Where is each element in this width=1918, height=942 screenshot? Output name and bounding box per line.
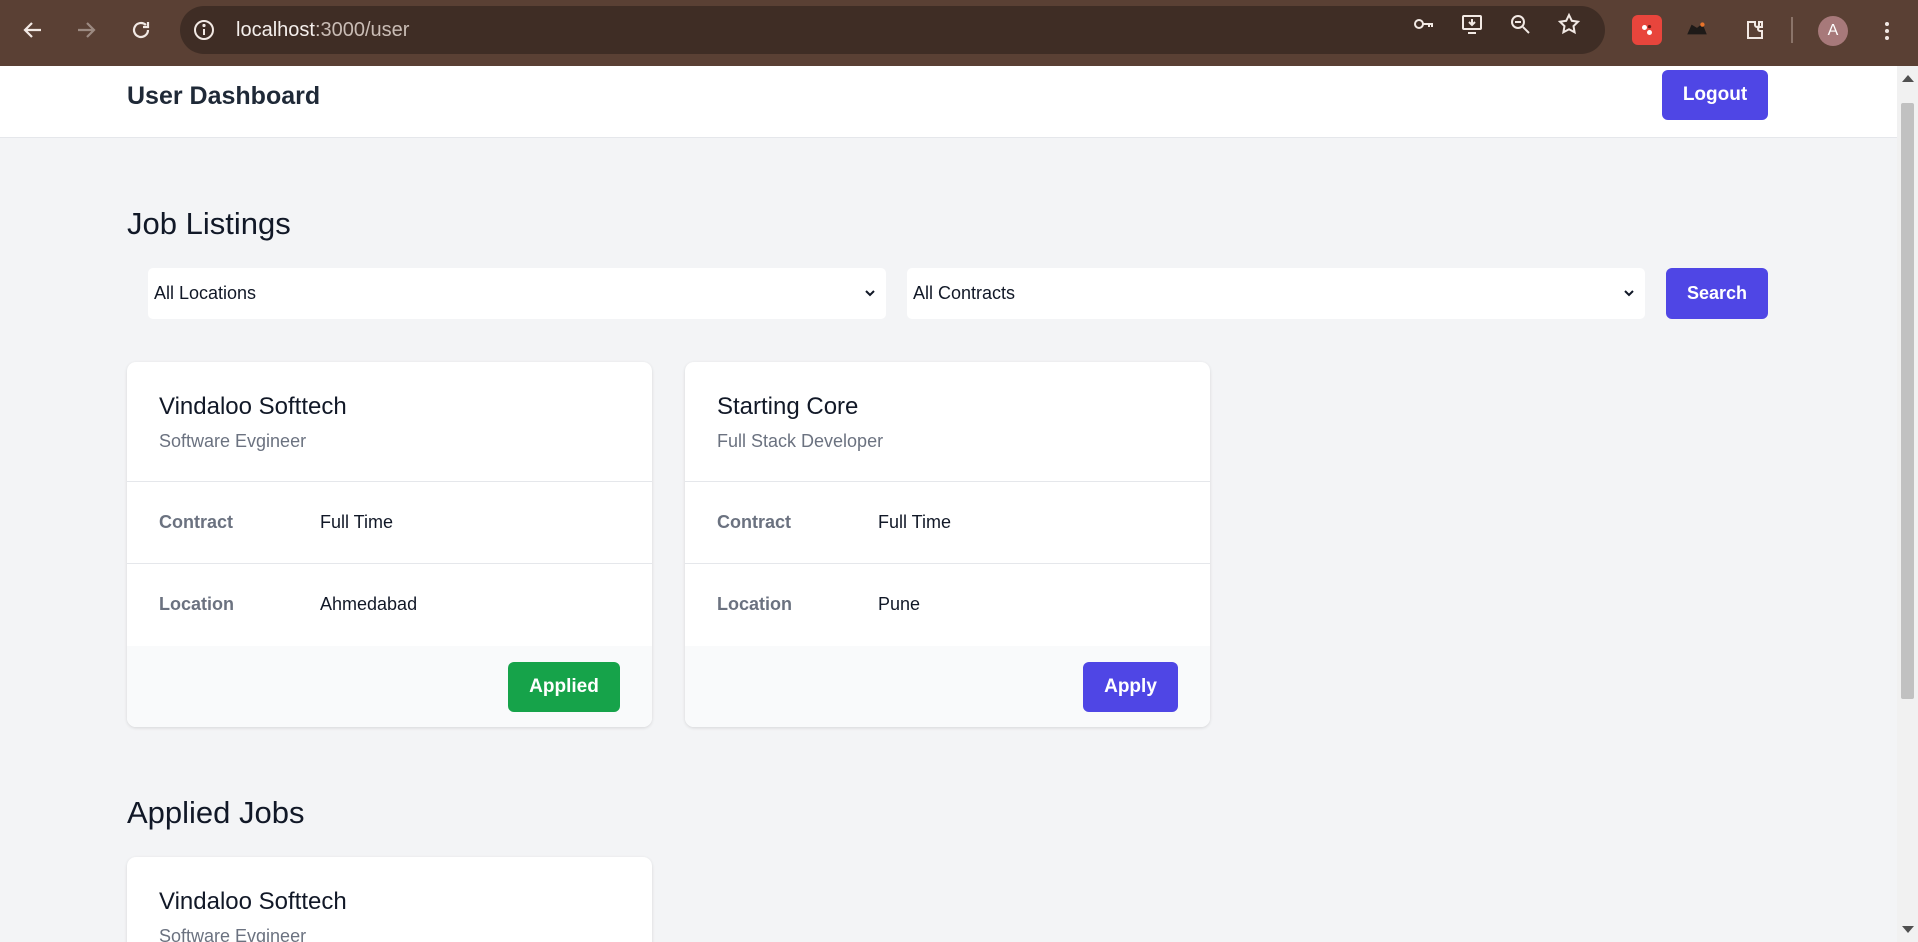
site-info-icon[interactable] bbox=[192, 18, 216, 42]
location-label: Location bbox=[717, 594, 792, 614]
extension-red-icon[interactable] bbox=[1632, 15, 1662, 45]
toolbar-separator bbox=[1791, 17, 1793, 43]
job-role: Software Evgineer bbox=[159, 926, 307, 942]
scroll-down-arrow-icon[interactable] bbox=[1902, 926, 1914, 933]
password-key-icon[interactable] bbox=[1410, 12, 1438, 36]
zoom-out-icon[interactable] bbox=[1506, 12, 1534, 36]
chevron-down-icon bbox=[1624, 290, 1634, 297]
contract-value: Full Time bbox=[878, 512, 952, 532]
address-bar[interactable]: localhost:3000/user bbox=[180, 6, 1605, 54]
page-viewport: User Dashboard Logout Job Listings All L… bbox=[0, 66, 1897, 942]
url-host: localhost bbox=[236, 19, 315, 41]
logout-button[interactable]: Logout bbox=[1662, 70, 1768, 120]
browser-toolbar: localhost:3000/user A bbox=[0, 0, 1918, 66]
forward-arrow-icon[interactable] bbox=[67, 11, 105, 49]
job-company: Starting Core bbox=[717, 393, 859, 420]
scroll-up-arrow-icon[interactable] bbox=[1902, 75, 1914, 82]
contract-value: Full Time bbox=[320, 512, 394, 532]
job-role: Full Stack Developer bbox=[717, 431, 884, 451]
url-text: localhost:3000/user bbox=[236, 18, 409, 42]
applied-jobs-heading: Applied Jobs bbox=[127, 795, 305, 830]
app-header: User Dashboard Logout bbox=[0, 66, 1897, 138]
contract-filter-value: All Contracts bbox=[913, 283, 1016, 303]
job-company: Vindaloo Softtech bbox=[159, 393, 347, 420]
contract-label: Contract bbox=[717, 512, 792, 532]
search-button[interactable]: Search bbox=[1666, 268, 1768, 319]
install-app-icon[interactable] bbox=[1458, 12, 1486, 36]
scrollbar-thumb[interactable] bbox=[1901, 103, 1914, 699]
contract-label: Contract bbox=[159, 512, 234, 532]
extension-dark-icon[interactable] bbox=[1682, 15, 1712, 45]
back-arrow-icon[interactable] bbox=[14, 11, 52, 49]
extension-icon[interactable] bbox=[1740, 15, 1770, 45]
location-label: Location bbox=[159, 594, 234, 614]
bookmark-star-icon[interactable] bbox=[1555, 12, 1583, 36]
location-filter-value: All Locations bbox=[154, 283, 257, 303]
location-filter-select[interactable]: All Locations bbox=[148, 268, 886, 319]
job-role: Software Evgineer bbox=[159, 431, 307, 451]
applied-job-card: Vindaloo Softtech Software Evgineer bbox=[127, 857, 652, 942]
job-card: Vindaloo Softtech Software Evgineer Cont… bbox=[127, 362, 652, 727]
chevron-down-icon bbox=[865, 290, 875, 297]
url-path: :3000/user bbox=[314, 19, 410, 41]
job-location-row: Location Pune bbox=[685, 564, 1210, 646]
job-company: Vindaloo Softtech bbox=[159, 888, 347, 915]
menu-kebab-icon[interactable] bbox=[1872, 18, 1902, 44]
job-card-header: Vindaloo Softtech Software Evgineer bbox=[127, 362, 652, 482]
reload-icon[interactable] bbox=[122, 11, 160, 49]
location-value: Ahmedabad bbox=[320, 594, 418, 614]
page-scrollbar[interactable] bbox=[1897, 66, 1918, 942]
job-card-footer: Applied bbox=[127, 646, 652, 727]
apply-button[interactable]: Apply bbox=[1083, 662, 1178, 712]
job-card: Starting Core Full Stack Developer Contr… bbox=[685, 362, 1210, 727]
job-card-header: Vindaloo Softtech Software Evgineer bbox=[127, 857, 652, 942]
job-contract-row: Contract Full Time bbox=[685, 482, 1210, 564]
job-card-footer: Apply bbox=[685, 646, 1210, 727]
contract-filter-select[interactable]: All Contracts bbox=[907, 268, 1645, 319]
job-location-row: Location Ahmedabad bbox=[127, 564, 652, 646]
job-listings-heading: Job Listings bbox=[127, 206, 291, 241]
job-card-header: Starting Core Full Stack Developer bbox=[685, 362, 1210, 482]
location-value: Pune bbox=[878, 594, 921, 614]
applied-button[interactable]: Applied bbox=[508, 662, 620, 712]
page-title: User Dashboard bbox=[127, 82, 321, 110]
profile-avatar[interactable]: A bbox=[1818, 16, 1848, 46]
job-contract-row: Contract Full Time bbox=[127, 482, 652, 564]
